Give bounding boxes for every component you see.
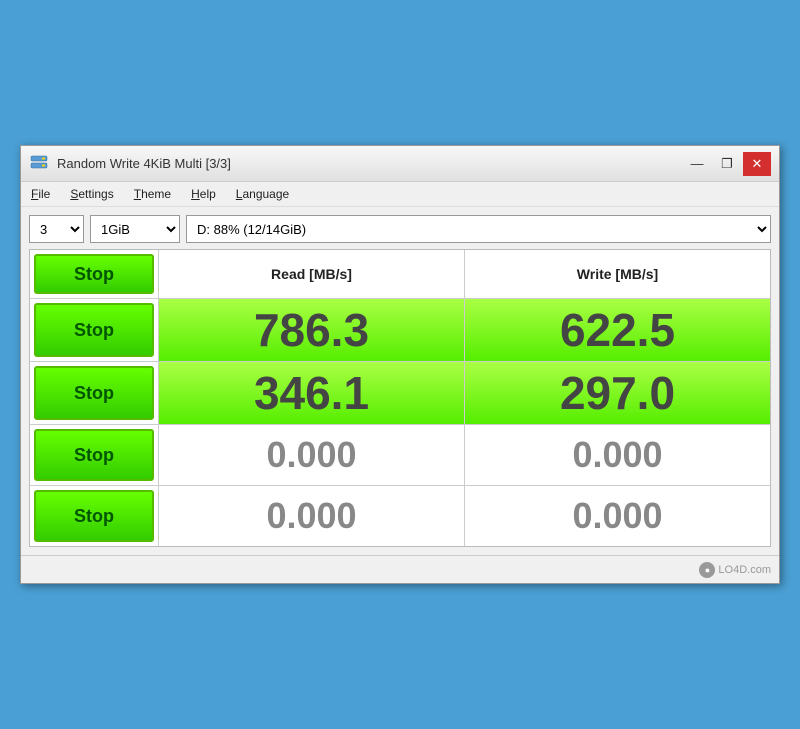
watermark-text: LO4D.com [718,564,771,576]
table-row: Stop 0.000 0.000 [30,486,770,546]
queue-select[interactable]: 3 1 2 4 5 [29,215,84,243]
stop-button-3[interactable]: Stop [34,429,154,481]
write-header: Write [MB/s] [464,250,770,298]
header-row: Stop Read [MB/s] Write [MB/s] [30,250,770,299]
app-icon [29,154,49,174]
read-value-2: 346.1 [158,362,464,424]
read-value-1: 786.3 [158,299,464,361]
window-controls: — ❐ ✕ [683,152,771,176]
write-value-2: 297.0 [464,362,770,424]
close-button[interactable]: ✕ [743,152,771,176]
drive-select[interactable]: D: 88% (12/14GiB) C: [186,215,771,243]
read-value-4: 0.000 [158,486,464,546]
toolbar: 3 1 2 4 5 1GiB 512MiB 2GiB 4GiB D: 88% (… [29,215,771,243]
maximize-button[interactable]: ❐ [713,152,741,176]
menu-language[interactable]: Language [232,185,293,203]
stop-button-4[interactable]: Stop [34,490,154,542]
read-header: Read [MB/s] [158,250,464,298]
menu-bar: File Settings Theme Help Language [21,182,779,207]
data-grid: Stop Read [MB/s] Write [MB/s] Stop 786.3… [29,249,771,547]
table-row: Stop 0.000 0.000 [30,425,770,486]
stop-button-header[interactable]: Stop [34,254,154,294]
menu-theme[interactable]: Theme [130,185,175,203]
write-value-1: 622.5 [464,299,770,361]
write-value-3: 0.000 [464,425,770,485]
main-window: Random Write 4KiB Multi [3/3] — ❐ ✕ File… [20,145,780,584]
menu-help[interactable]: Help [187,185,220,203]
table-row: Stop 346.1 297.0 [30,362,770,425]
title-bar: Random Write 4KiB Multi [3/3] — ❐ ✕ [21,146,779,182]
status-bar: ● LO4D.com [21,555,779,583]
stop-button-1[interactable]: Stop [34,303,154,357]
main-content: 3 1 2 4 5 1GiB 512MiB 2GiB 4GiB D: 88% (… [21,207,779,555]
write-value-4: 0.000 [464,486,770,546]
minimize-button[interactable]: — [683,152,711,176]
stop-button-2[interactable]: Stop [34,366,154,420]
window-title: Random Write 4KiB Multi [3/3] [57,156,231,171]
watermark-icon: ● [699,562,715,578]
menu-file[interactable]: File [27,185,54,203]
title-bar-left: Random Write 4KiB Multi [3/3] [29,154,231,174]
table-row: Stop 786.3 622.5 [30,299,770,362]
menu-settings[interactable]: Settings [66,185,117,203]
size-select[interactable]: 1GiB 512MiB 2GiB 4GiB [90,215,180,243]
read-value-3: 0.000 [158,425,464,485]
watermark: ● LO4D.com [699,562,771,578]
